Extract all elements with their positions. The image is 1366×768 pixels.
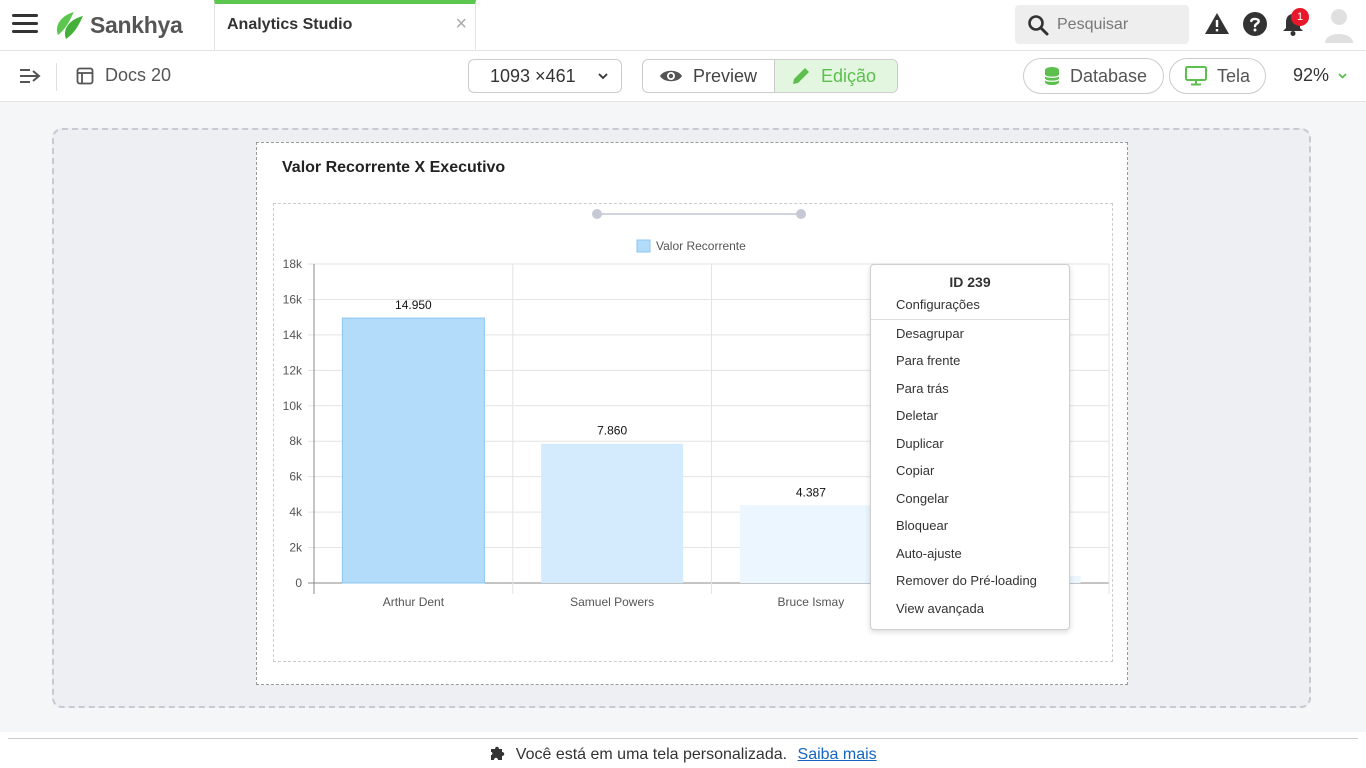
menu-item-desagrupar[interactable]: Desagrupar [896, 326, 964, 341]
preview-button[interactable]: Preview [643, 60, 775, 92]
database-button[interactable]: Database [1023, 58, 1164, 94]
notification-badge: 1 [1291, 8, 1309, 26]
menu-item-view-avancada[interactable]: View avançada [896, 601, 984, 616]
bar-bruce-ismay [739, 505, 882, 583]
bar-samuel-powers [541, 443, 684, 583]
bar-arthur-dent [341, 317, 485, 584]
user-icon[interactable] [1323, 7, 1355, 43]
menu-item-auto-ajuste[interactable]: Auto-ajuste [896, 546, 962, 561]
bar-value-label: 4.387 [796, 485, 826, 499]
range-slider-handle-end [796, 209, 806, 219]
menu-item-duplicar[interactable]: Duplicar [896, 436, 944, 451]
notice-text: Você está em uma tela personalizada. [515, 746, 788, 763]
zoom-select[interactable]: 92% [1293, 65, 1348, 86]
bar-value-label: 7.860 [597, 424, 627, 438]
database-icon [1044, 67, 1060, 85]
brand-logo[interactable]: Sankhya [52, 9, 183, 41]
legend-swatch [636, 239, 651, 253]
custom-screen-notice: Você está em uma tela personalizada. Sai… [8, 738, 1358, 768]
puzzle-icon [491, 746, 505, 760]
chevron-down-icon [598, 73, 608, 80]
canvas-size-value: 1093 ×461 [490, 65, 576, 86]
bar-value-label: 14.950 [395, 298, 432, 312]
database-label: Database [1070, 65, 1148, 86]
document-title: Docs 20 [105, 65, 172, 85]
menu-icon[interactable] [12, 14, 38, 34]
tab-label: Analytics Studio [227, 16, 353, 33]
canvas-size-select[interactable]: 1093 ×461 [468, 59, 622, 93]
menu-item-deletar[interactable]: Deletar [896, 408, 938, 423]
edit-label: Edição [821, 65, 877, 86]
y-tick-label: 16k [283, 292, 303, 306]
y-tick-label: 6k [289, 470, 303, 484]
editor-canvas: Valor Recorrente X Executivo Valor Recor… [0, 102, 1366, 732]
search-icon [1028, 14, 1049, 35]
menu-item-para-tras[interactable]: Para trás [896, 381, 949, 396]
view-mode-toggle: Preview Edição [642, 59, 898, 93]
collapse-sidebar-icon[interactable] [19, 67, 41, 85]
brand-name: Sankhya [90, 11, 183, 38]
chart-title: Valor Recorrente X Executivo [282, 159, 506, 176]
tela-label: Tela [1217, 65, 1251, 86]
menu-divider [871, 319, 1069, 320]
preview-label: Preview [693, 65, 758, 86]
y-tick-label: 12k [283, 363, 303, 377]
editor-toolbar: Docs 20 1093 ×461 Preview Edição Databas… [0, 51, 1366, 102]
sankhya-leaf-icon [56, 12, 83, 39]
edit-button[interactable]: Edição [775, 60, 897, 92]
help-icon[interactable] [1242, 11, 1268, 37]
menu-item-para-frente[interactable]: Para frente [896, 353, 960, 368]
context-menu: ID 239 Configurações Desagrupar Para frent… [870, 264, 1070, 630]
x-tick-label: Samuel Powers [570, 595, 654, 609]
tela-button[interactable]: Tela [1169, 58, 1266, 94]
menu-item-congelar[interactable]: Congelar [896, 491, 949, 506]
y-tick-label: 14k [283, 328, 303, 342]
y-tick-label: 10k [283, 399, 303, 413]
warning-icon[interactable] [1204, 11, 1230, 37]
range-slider-handle-start [592, 209, 602, 219]
chevron-down-icon [1338, 73, 1347, 79]
legend-label: Valor Recorrente [656, 239, 746, 253]
layout-icon [76, 67, 94, 85]
toolbar-divider [56, 63, 57, 91]
y-tick-label: 4k [289, 505, 303, 519]
y-tick-label: 8k [289, 434, 303, 448]
search-input[interactable] [1057, 15, 1177, 34]
x-tick-label: Bruce Ismay [778, 595, 845, 609]
menu-item-copiar[interactable]: Copiar [896, 463, 934, 478]
pencil-icon [793, 68, 809, 84]
search-box[interactable] [1015, 5, 1189, 44]
top-bar: Sankhya Analytics Studio × 1 [0, 0, 1366, 51]
y-tick-label: 2k [289, 541, 303, 555]
menu-item-bloquear[interactable]: Bloquear [896, 518, 948, 533]
learn-more-link[interactable]: Saiba mais [798, 746, 877, 763]
zoom-value: 92% [1293, 65, 1330, 85]
eye-icon [660, 70, 682, 82]
menu-item-configuracoes[interactable]: Configurações [896, 297, 980, 312]
component-id: ID 239 [949, 274, 991, 290]
menu-item-remover-do-pre-loading[interactable]: Remover do Pré-loading [896, 573, 1037, 588]
tab-analytics-studio[interactable]: Analytics Studio × [214, 0, 476, 51]
close-icon[interactable]: × [455, 13, 467, 36]
x-tick-label: Arthur Dent [383, 595, 445, 609]
y-tick-label: 18k [283, 257, 303, 271]
monitor-icon [1185, 66, 1207, 86]
y-tick-label: 0 [295, 576, 302, 590]
